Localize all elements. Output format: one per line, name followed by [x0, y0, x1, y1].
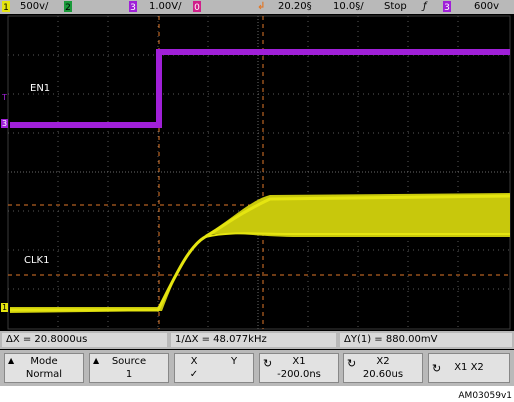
x2-softkey[interactable]: ↻ X2 20.60us [343, 353, 423, 383]
trigger-level: 600ⅴ [474, 1, 500, 12]
trigger-channel: 3 [443, 1, 451, 13]
trigger-slope-icon: ƒ [423, 1, 427, 12]
softkey-bar: ▲ Mode Normal ▲ Source 1 X Y ✓ ↻ X1 -200… [0, 350, 514, 386]
mode-value: Normal [25, 369, 63, 380]
x1-softkey[interactable]: ↻ X1 -200.0ns [259, 353, 339, 383]
ch1-ground-marker[interactable]: 1 [1, 303, 9, 312]
xy-softkey[interactable]: X Y ✓ [174, 353, 254, 383]
measurement-row: ΔX = 20.8000us 1/ΔX = 48.077kHz ΔY(1) = … [0, 331, 514, 349]
ch3-trace [10, 49, 510, 128]
x1x2-label: X1 X2 [454, 362, 484, 373]
figure-reference: AM03059v1 [458, 391, 512, 401]
ch3-scale: 1.00V/ [149, 1, 182, 12]
trigger-position: 20.20§ [278, 1, 312, 12]
ch1-scale: 500ⅴ/ [20, 1, 49, 12]
delta-y-readout: ΔY(1) = 880.00mV [340, 333, 512, 347]
ch3-number: 3 [129, 1, 137, 13]
ch3-ground-marker[interactable]: 3 [1, 119, 9, 128]
clk1-label: CLK1 [24, 255, 50, 266]
trigger-position-icon: ↲ [257, 1, 266, 12]
y-label: Y [230, 356, 238, 367]
source-label: Source [111, 356, 147, 367]
x2-value: 20.60us [362, 369, 404, 380]
graticule [7, 15, 511, 330]
x2-label: X2 [376, 356, 390, 367]
run-state: Stop [384, 1, 407, 12]
delta-x-readout: ΔX = 20.8000us [2, 333, 167, 347]
source-softkey[interactable]: ▲ Source 1 [89, 353, 169, 383]
ch2-number: 2 [64, 1, 72, 13]
waveform-grid: T 3 1 EN1 CLK1 [0, 15, 514, 330]
x1-value: -200.0ns [277, 369, 321, 380]
x1x2-softkey[interactable]: ↻ X1 X2 [428, 353, 510, 383]
inverse-delta-x-readout: 1/ΔX = 48.077kHz [171, 333, 336, 347]
status-bar: 1 500ⅴ/ 2 3 1.00V/ 0 ↲ 20.20§ 10.0§/ Sto… [0, 0, 514, 14]
x-label: X [190, 356, 198, 367]
t-marker: T [2, 93, 7, 102]
mode-softkey[interactable]: ▲ Mode Normal [4, 353, 84, 383]
source-value: 1 [125, 369, 133, 380]
check-icon: ✓ [189, 369, 199, 380]
ch1-number: 1 [2, 1, 10, 13]
ch4-number: 0 [193, 1, 201, 13]
mode-label: Mode [30, 356, 58, 367]
x1-label: X1 [292, 356, 306, 367]
timebase: 10.0§/ [333, 1, 364, 12]
en1-label: EN1 [30, 83, 51, 94]
ch1-envelope [10, 193, 510, 313]
oscilloscope-screen: 1 500ⅴ/ 2 3 1.00V/ 0 ↲ 20.20§ 10.0§/ Sto… [0, 0, 514, 386]
